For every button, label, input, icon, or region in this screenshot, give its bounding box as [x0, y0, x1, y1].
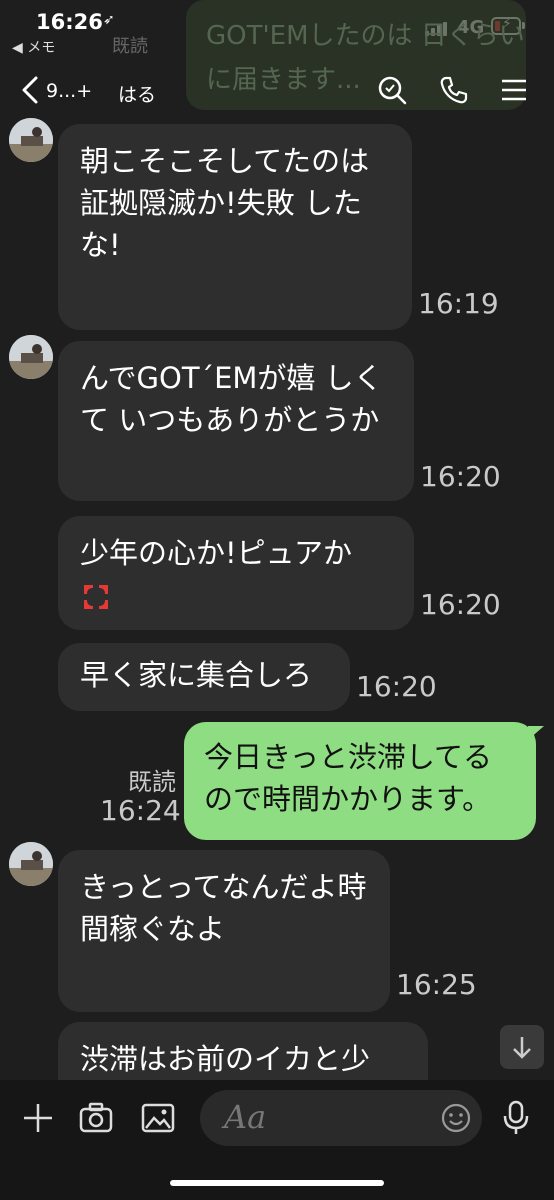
search-icon[interactable]	[376, 74, 408, 106]
status-time: 16:26	[36, 10, 103, 34]
message-bubble[interactable]: んでGOT´EMが嬉 しくて いつもありがとうか	[58, 341, 414, 501]
chat-header: GOT'EMしたのは 日くらいに届きます... 既読 9...+ はる	[0, 0, 554, 122]
message-text: んでGOT´EMが嬉 しくて いつもありがとうか	[80, 361, 383, 437]
smiley-icon[interactable]	[440, 1102, 472, 1138]
back-button[interactable]	[18, 72, 42, 116]
location-arrow-icon: ➶	[103, 12, 115, 28]
camera-icon[interactable]	[78, 1100, 114, 1136]
message-bubble[interactable]: 少年の心か!ピュアか	[58, 516, 414, 630]
message-text: 早く家に集合しろ	[80, 658, 313, 692]
anger-symbol-icon	[80, 581, 112, 613]
read-receipt: 既読	[128, 768, 176, 796]
background-message-text: GOT'EMしたのは 日くらいに届きます...	[206, 21, 525, 95]
message-time: 16:24	[100, 794, 181, 827]
back-to-app-link[interactable]: ◀ メモ	[12, 37, 55, 57]
input-placeholder: Aa	[224, 1098, 267, 1136]
plus-icon[interactable]	[20, 1100, 56, 1136]
message-bubble[interactable]: 朝こそこそしてたのは 証拠隠滅か!失敗 したな!	[58, 124, 412, 330]
message-text: 渋滞はお前のイカと少	[80, 1042, 371, 1076]
message-bubble[interactable]: きっとってなんだよ時 間稼ぐなよ	[58, 850, 390, 1012]
background-read-label: 既読	[112, 36, 148, 57]
menu-icon[interactable]	[498, 74, 530, 106]
scroll-to-bottom-button[interactable]	[500, 1025, 544, 1069]
home-indicator[interactable]	[170, 1180, 384, 1186]
message-time: 16:25	[396, 968, 477, 1001]
message-time: 16:20	[356, 670, 437, 703]
chat-name[interactable]: 9...+	[46, 80, 92, 102]
sender-avatar[interactable]	[9, 118, 53, 162]
phone-icon[interactable]	[438, 74, 470, 106]
message-text: 少年の心か!ピュアか	[80, 536, 353, 570]
image-icon[interactable]	[140, 1100, 176, 1136]
message-time: 16:19	[418, 287, 499, 320]
sender-avatar[interactable]	[9, 335, 53, 379]
message-time: 16:20	[420, 460, 501, 493]
message-text: 朝こそこそしてたのは 証拠隠滅か!失敗 したな!	[80, 144, 370, 262]
sender-avatar[interactable]	[9, 842, 53, 886]
chat-partner-name[interactable]: はる	[118, 80, 156, 107]
message-bubble-mine[interactable]: 今日きっと渋滞してる ので時間かかります。	[184, 722, 544, 840]
message-bubble[interactable]: 早く家に集合しろ	[58, 643, 350, 711]
message-text: 今日きっと渋滞してる ので時間かかります。	[204, 740, 492, 816]
message-time: 16:20	[420, 588, 501, 621]
message-input[interactable]: Aa	[200, 1090, 482, 1146]
microphone-icon[interactable]	[500, 1100, 536, 1136]
chat-screen: 16:26 ➶ ◀ メモ 4G ⚡ GOT'EMしたのは 日くらいに届きます..…	[0, 0, 554, 1200]
message-text: きっとってなんだよ時 間稼ぐなよ	[80, 870, 367, 946]
